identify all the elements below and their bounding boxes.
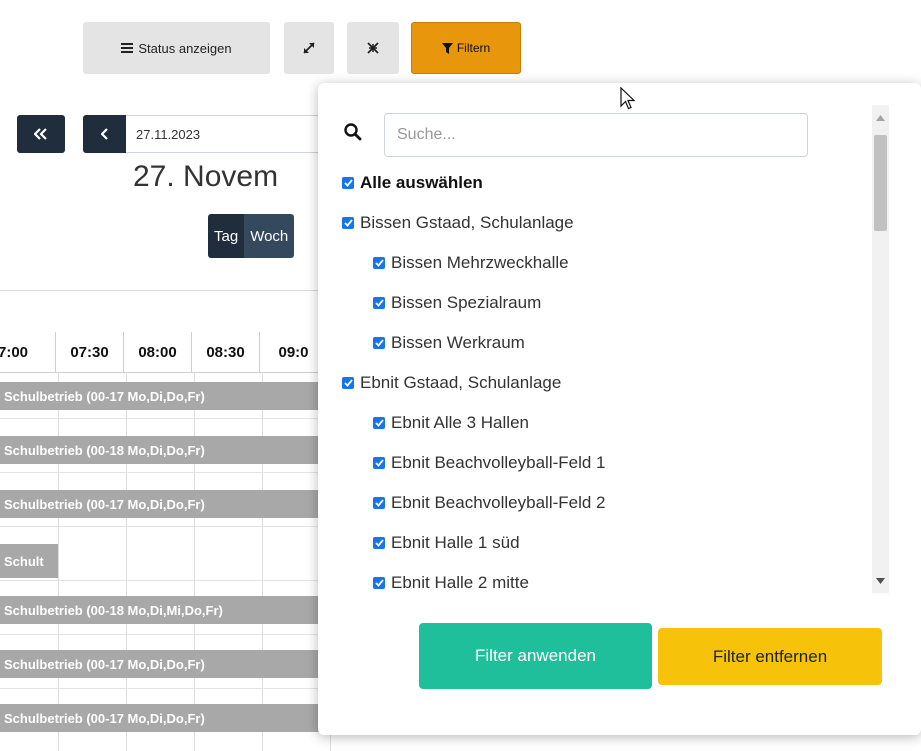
checkbox-checked-icon[interactable] <box>373 537 385 549</box>
filter-dropdown: Alle auswählen Bissen Gstaad, Schulanlag… <box>318 83 921 735</box>
time-header: 7:00 07:30 08:00 08:30 09:0 <box>0 332 328 373</box>
filter-item-label: Ebnit Beachvolleyball-Feld 2 <box>391 493 606 512</box>
page-title: 27. Novem <box>133 160 279 193</box>
checkbox-checked-icon[interactable] <box>373 497 385 509</box>
event-bar[interactable]: Schulbetrieb (00-17 Mo,Di,Do,Fr) <box>0 382 330 410</box>
event-bar[interactable]: Schulbetrieb (00-18 Mo,Di,Do,Fr) <box>0 436 330 464</box>
filter-item-label: Ebnit Halle 2 mitte <box>391 573 529 592</box>
filter-item-label: Bissen Spezialraum <box>391 293 542 312</box>
filter-list: Alle auswählen Bissen Gstaad, Schulanlag… <box>342 163 870 593</box>
search-input[interactable] <box>384 113 808 157</box>
filter-item-select-all[interactable]: Alle auswählen <box>342 173 483 193</box>
filter-item-label: Alle auswählen <box>360 173 483 192</box>
menu-icon <box>121 43 134 53</box>
filter-item-label: Bissen Werkraum <box>391 333 525 352</box>
view-switcher: Tag Woch <box>208 214 295 258</box>
filter-item[interactable]: Bissen Spezialraum <box>373 293 541 313</box>
divider <box>0 290 330 291</box>
filter-item[interactable]: Ebnit Halle 1 süd <box>373 533 520 553</box>
filter-item[interactable]: Ebnit Beachvolleyball-Feld 1 <box>373 453 606 473</box>
compress-button[interactable] <box>347 22 399 74</box>
filter-item-label: Bissen Mehrzweckhalle <box>391 253 569 272</box>
prev-day-button[interactable] <box>83 115 126 153</box>
expand-icon <box>303 42 315 54</box>
status-button[interactable]: Status anzeigen <box>83 22 270 74</box>
filter-item[interactable]: Bissen Werkraum <box>373 333 525 353</box>
status-button-label: Status anzeigen <box>138 40 232 56</box>
filter-item[interactable]: Ebnit Alle 3 Hallen <box>373 413 529 433</box>
checkbox-checked-icon[interactable] <box>342 377 354 389</box>
row-divider <box>0 472 340 473</box>
filter-button[interactable]: Filtern <box>411 22 521 74</box>
filter-item[interactable]: Bissen Mehrzweckhalle <box>373 253 569 273</box>
expand-button[interactable] <box>284 22 334 74</box>
tab-week[interactable]: Woch <box>244 214 295 258</box>
filter-item-label: Ebnit Beachvolleyball-Feld 1 <box>391 453 606 472</box>
grid-line <box>194 372 195 751</box>
checkbox-checked-icon[interactable] <box>373 257 385 269</box>
apply-filter-button[interactable]: Filter anwenden <box>419 623 652 689</box>
filter-item-label: Ebnit Alle 3 Hallen <box>391 413 529 432</box>
filter-item[interactable]: Ebnit Halle 2 mitte <box>373 573 529 593</box>
event-bar[interactable]: Schulbetrieb (00-17 Mo,Di,Do,Fr) <box>0 650 330 678</box>
scroll-thumb[interactable] <box>874 135 887 231</box>
time-slot: 08:30 <box>192 332 260 372</box>
time-slot: 7:00 <box>0 332 56 372</box>
search-icon <box>344 123 362 146</box>
grid-line <box>126 372 127 751</box>
filter-item[interactable]: Ebnit Gstaad, Schulanlage <box>342 373 561 393</box>
filter-item-label: Ebnit Gstaad, Schulanlage <box>360 373 562 392</box>
event-bar[interactable]: Schulbetrieb (00-17 Mo,Di,Do,Fr) <box>0 704 330 732</box>
double-chevron-left-icon <box>34 128 48 140</box>
event-bar[interactable]: Schulbetrieb (00-18 Mo,Di,Mi,Do,Fr) <box>0 596 330 624</box>
row-divider <box>0 634 340 635</box>
filter-button-label: Filtern <box>456 41 491 55</box>
compress-icon <box>367 42 379 54</box>
scroll-down-arrow-icon[interactable] <box>872 572 889 589</box>
checkbox-checked-icon[interactable] <box>342 177 354 189</box>
filter-item-label: Ebnit Halle 1 süd <box>391 533 520 552</box>
tab-day[interactable]: Tag <box>208 214 245 258</box>
grid-line <box>262 372 263 751</box>
time-slot: 07:30 <box>56 332 124 372</box>
chevron-left-icon <box>100 128 109 140</box>
row-divider <box>0 688 340 689</box>
first-page-button[interactable] <box>17 115 65 153</box>
time-slot: 08:00 <box>124 332 192 372</box>
scroll-up-arrow-icon[interactable] <box>872 109 889 126</box>
filter-item[interactable]: Ebnit Beachvolleyball-Feld 2 <box>373 493 606 513</box>
mouse-cursor-icon <box>620 86 636 116</box>
timeline-grid: 7:00 07:30 08:00 08:30 09:0 Schulbetrieb… <box>0 332 340 751</box>
checkbox-checked-icon[interactable] <box>373 417 385 429</box>
checkbox-checked-icon[interactable] <box>342 217 354 229</box>
row-divider <box>0 580 340 581</box>
filter-item-label: Bissen Gstaad, Schulanlage <box>360 213 574 232</box>
checkbox-checked-icon[interactable] <box>373 337 385 349</box>
checkbox-checked-icon[interactable] <box>373 577 385 589</box>
event-bar[interactable]: Schulbetrieb (00-17 Mo,Di,Do,Fr) <box>0 490 330 518</box>
checkbox-checked-icon[interactable] <box>373 297 385 309</box>
row-divider <box>0 418 340 419</box>
event-bar[interactable]: Schult <box>0 544 58 578</box>
checkbox-checked-icon[interactable] <box>373 457 385 469</box>
funnel-icon <box>441 42 453 54</box>
filter-item[interactable]: Bissen Gstaad, Schulanlage <box>342 213 574 233</box>
grid-line <box>58 372 59 751</box>
row-divider <box>0 526 340 527</box>
scrollbar[interactable] <box>872 105 889 593</box>
remove-filter-button[interactable]: Filter entfernen <box>658 628 882 685</box>
